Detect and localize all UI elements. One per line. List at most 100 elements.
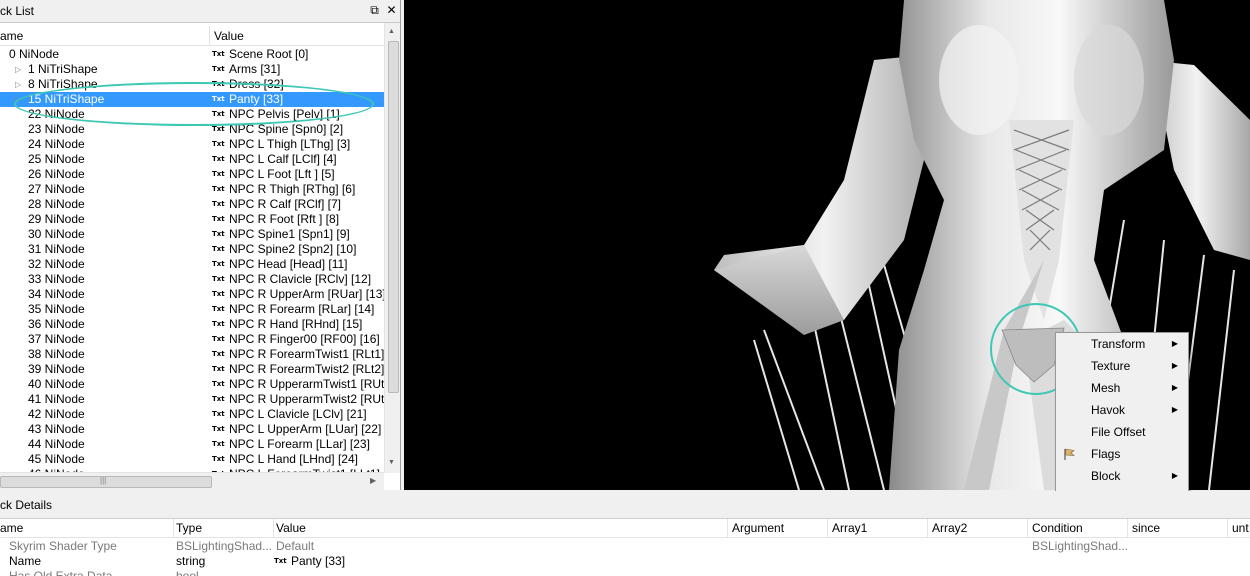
- menu-item-texture[interactable]: Texture ▶: [1056, 355, 1188, 377]
- column-header-value[interactable]: Value: [214, 29, 244, 43]
- details-column-header[interactable]: Value: [276, 521, 306, 535]
- scroll-thumb[interactable]: [388, 41, 399, 393]
- details-column-header[interactable]: unt: [1232, 521, 1249, 535]
- close-icon[interactable]: ✕: [385, 4, 398, 17]
- details-column-header[interactable]: Condition: [1032, 521, 1083, 535]
- tree-row[interactable]: 41 NiNode Txt NPC R UpperarmTwist2 [RUt2: [0, 392, 384, 407]
- tree-row[interactable]: 40 NiNode Txt NPC R UpperarmTwist1 [RUt1: [0, 377, 384, 392]
- details-column-header[interactable]: Type: [176, 521, 202, 535]
- tree-row[interactable]: 26 NiNode Txt NPC L Foot [Lft ] [5]: [0, 167, 384, 182]
- column-divider[interactable]: [1127, 519, 1128, 537]
- float-icon[interactable]: ⧉: [368, 4, 381, 17]
- tree-row[interactable]: 34 NiNode Txt NPC R UpperArm [RUar] [13]: [0, 287, 384, 302]
- txt-badge: Txt: [212, 245, 225, 253]
- expand-arrow-icon[interactable]: ▷: [15, 62, 21, 77]
- column-divider[interactable]: [1027, 519, 1028, 537]
- tree-row[interactable]: ▷ 1 NiTriShape Txt Arms [31]: [0, 62, 384, 77]
- tree-row-value: NPC Pelvis [Pelv] [1]: [229, 107, 340, 121]
- tree-row-name: 26 NiNode: [28, 167, 85, 181]
- tree-row-value: NPC L Clavicle [LClv] [21]: [229, 407, 367, 421]
- tree-row[interactable]: 28 NiNode Txt NPC R Calf [RClf] [7]: [0, 197, 384, 212]
- tree-row-value: Dress [32]: [229, 77, 284, 91]
- menu-item-mesh[interactable]: Mesh ▶: [1056, 377, 1188, 399]
- tree-row[interactable]: 42 NiNode Txt NPC L Clavicle [LClv] [21]: [0, 407, 384, 422]
- menu-item-file-offset[interactable]: File Offset: [1056, 421, 1188, 443]
- menu-item-label: File Offset: [1091, 425, 1146, 439]
- tree-row[interactable]: ▷ 15 NiTriShape Txt Panty [33]: [0, 92, 384, 107]
- details-row-value: Panty [33]: [291, 554, 346, 568]
- txt-badge: Txt: [212, 125, 225, 133]
- txt-badge: Txt: [212, 95, 225, 103]
- expand-arrow-icon[interactable]: ▷: [15, 77, 21, 92]
- tree-row[interactable]: 31 NiNode Txt NPC Spine2 [Spn2] [10]: [0, 242, 384, 257]
- tree-row[interactable]: 29 NiNode Txt NPC R Foot [Rft ] [8]: [0, 212, 384, 227]
- tree-row[interactable]: 38 NiNode Txt NPC R ForearmTwist1 [RLt1] [: [0, 347, 384, 362]
- details-row[interactable]: Has Old Extra Data bool: [0, 569, 1250, 576]
- column-divider[interactable]: [1227, 519, 1228, 537]
- details-column-header[interactable]: ame: [0, 521, 23, 535]
- tree-row-value: NPC Spine2 [Spn2] [10]: [229, 242, 357, 256]
- tree-row-name: 36 NiNode: [28, 317, 85, 331]
- tree-row[interactable]: 33 NiNode Txt NPC R Clavicle [RClv] [12]: [0, 272, 384, 287]
- tree-row-value: NPC R UpperArm [RUar] [13]: [229, 287, 384, 301]
- scroll-right-icon[interactable]: ▶: [370, 476, 376, 485]
- txt-badge: Txt: [212, 320, 225, 328]
- tree-row[interactable]: 22 NiNode Txt NPC Pelvis [Pelv] [1]: [0, 107, 384, 122]
- tree-row-name: 44 NiNode: [28, 437, 85, 451]
- details-row[interactable]: Skyrim Shader Type BSLightingShad... Defau…: [0, 539, 1250, 554]
- menu-item-havok[interactable]: Havok ▶: [1056, 399, 1188, 421]
- tree-row[interactable]: 30 NiNode Txt NPC Spine1 [Spn1] [9]: [0, 227, 384, 242]
- details-column-header[interactable]: since: [1132, 521, 1160, 535]
- tree-row-value: NPC Spine [Spn0] [2]: [229, 122, 344, 136]
- expand-arrow-icon[interactable]: ▷: [15, 92, 21, 107]
- scroll-up-icon[interactable]: ▲: [388, 28, 395, 35]
- tree-row[interactable]: 23 NiNode Txt NPC Spine [Spn0] [2]: [0, 122, 384, 137]
- tree-row[interactable]: ▷ 8 NiTriShape Txt Dress [32]: [0, 77, 384, 92]
- tree-row-value: Scene Root [0]: [229, 47, 309, 61]
- column-divider[interactable]: [273, 519, 274, 537]
- txt-badge: Txt: [212, 380, 225, 388]
- tree-row-value: NPC L UpperArm [LUar] [22]: [229, 422, 382, 436]
- tree-row-value: NPC R Thigh [RThg] [6]: [229, 182, 356, 196]
- column-divider[interactable]: [209, 26, 210, 45]
- tree-row[interactable]: 25 NiNode Txt NPC L Calf [LClf] [4]: [0, 152, 384, 167]
- column-divider[interactable]: [927, 519, 928, 537]
- scroll-down-icon[interactable]: ▼: [388, 459, 395, 466]
- menu-item-transform[interactable]: Transform ▶: [1056, 333, 1188, 355]
- tree-row[interactable]: 43 NiNode Txt NPC L UpperArm [LUar] [22]: [0, 422, 384, 437]
- tree-row-value: NPC R ForearmTwist1 [RLt1] [: [229, 347, 384, 361]
- menu-item-flags[interactable]: Flags: [1056, 443, 1188, 465]
- column-header-name[interactable]: ame: [0, 29, 23, 43]
- tree-row-value: NPC L Thigh [LThg] [3]: [229, 137, 351, 151]
- tree-row-name: 37 NiNode: [28, 332, 85, 346]
- details-row[interactable]: Name string Txt Panty [33]: [0, 554, 1250, 569]
- tree-row[interactable]: 35 NiNode Txt NPC R Forearm [RLar] [14]: [0, 302, 384, 317]
- tree-row[interactable]: 32 NiNode Txt NPC Head [Head] [11]: [0, 257, 384, 272]
- details-column-header[interactable]: Array2: [932, 521, 967, 535]
- block-list-header: ame Value: [0, 26, 385, 46]
- column-divider[interactable]: [727, 519, 728, 537]
- txt-badge: Txt: [212, 305, 225, 313]
- menu-item-block[interactable]: Block ▶: [1056, 465, 1188, 487]
- details-row-name: Name: [9, 554, 42, 568]
- details-column-header[interactable]: Argument: [732, 521, 784, 535]
- tree-row-name: 8 NiTriShape: [28, 77, 98, 91]
- txt-badge: Txt: [212, 185, 225, 193]
- details-column-header[interactable]: Array1: [832, 521, 867, 535]
- tree-row[interactable]: 0 NiNode Txt Scene Root [0]: [0, 47, 384, 62]
- tree-row[interactable]: 44 NiNode Txt NPC L Forearm [LLar] [23]: [0, 437, 384, 452]
- column-divider[interactable]: [827, 519, 828, 537]
- horizontal-scrollbar[interactable]: ||| ▶: [0, 472, 384, 490]
- tree-row[interactable]: 39 NiNode Txt NPC R ForearmTwist2 [RLt2] [: [0, 362, 384, 377]
- tree-row-name: 30 NiNode: [28, 227, 85, 241]
- column-divider[interactable]: [173, 519, 174, 537]
- tree-row[interactable]: 45 NiNode Txt NPC L Hand [LHnd] [24]: [0, 452, 384, 467]
- block-details-rows: Skyrim Shader Type BSLightingShad... Defau…: [0, 539, 1250, 576]
- txt-badge: Txt: [212, 260, 225, 268]
- tree-row[interactable]: 24 NiNode Txt NPC L Thigh [LThg] [3]: [0, 137, 384, 152]
- tree-row[interactable]: 27 NiNode Txt NPC R Thigh [RThg] [6]: [0, 182, 384, 197]
- details-row-type: bool: [176, 569, 199, 576]
- tree-row[interactable]: 36 NiNode Txt NPC R Hand [RHnd] [15]: [0, 317, 384, 332]
- vertical-scrollbar[interactable]: ▲ ▼: [384, 23, 400, 473]
- tree-row[interactable]: 37 NiNode Txt NPC R Finger00 [RF00] [16]: [0, 332, 384, 347]
